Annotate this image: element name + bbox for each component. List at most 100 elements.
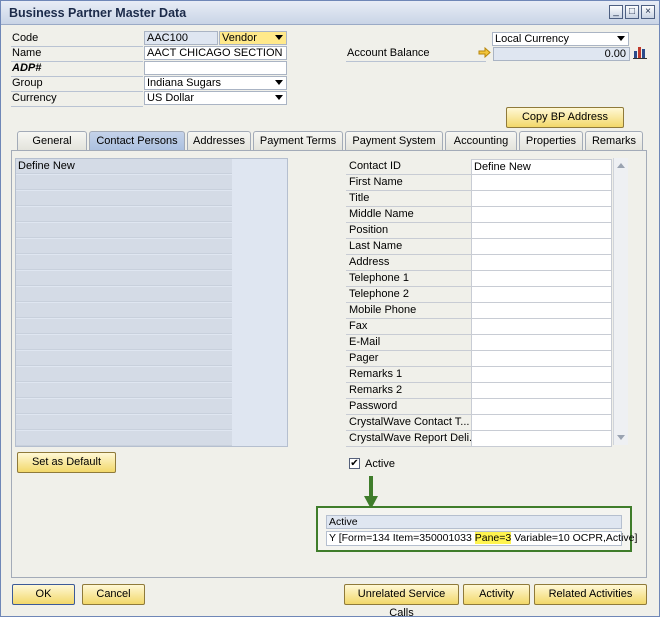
email-field[interactable] [471, 335, 612, 351]
list-item[interactable] [16, 287, 232, 302]
title-label: Title [346, 191, 471, 207]
minimize-button[interactable]: _ [609, 5, 623, 19]
details-scrollbar[interactable] [613, 158, 628, 445]
password-field[interactable] [471, 399, 612, 415]
chevron-down-icon [275, 95, 283, 100]
remarks-2-row: Remarks 2 [346, 383, 612, 399]
tab-remarks[interactable]: Remarks [585, 131, 643, 150]
currency-label: Currency [12, 92, 57, 104]
currency-value: US Dollar [147, 92, 195, 104]
pager-label: Pager [346, 351, 471, 367]
last-name-field[interactable] [471, 239, 612, 255]
cancel-button[interactable]: Cancel [82, 584, 145, 605]
list-item[interactable] [16, 255, 232, 270]
list-item[interactable] [16, 191, 232, 206]
contact-id-label: Contact ID [346, 159, 471, 175]
bar-chart-icon[interactable] [633, 45, 647, 59]
fax-field[interactable] [471, 319, 612, 335]
list-item[interactable] [16, 399, 232, 414]
mobile-phone-field[interactable] [471, 303, 612, 319]
contact-list[interactable]: Define New [15, 158, 288, 447]
telephone-1-field[interactable] [471, 271, 612, 287]
tab-accounting[interactable]: Accounting [445, 131, 517, 150]
tab-contact-persons[interactable]: Contact Persons [89, 131, 185, 151]
remarks-1-field[interactable] [471, 367, 612, 383]
tab-payment-terms[interactable]: Payment Terms [253, 131, 343, 150]
name-label: Name [12, 47, 42, 59]
crystalwave-report-field[interactable] [471, 431, 612, 447]
title-field[interactable] [471, 191, 612, 207]
contact-id-field[interactable]: Define New [471, 159, 612, 175]
telephone-2-field[interactable] [471, 287, 612, 303]
currency-mode-dropdown[interactable]: Local Currency [492, 32, 629, 46]
name-field[interactable]: AACT CHICAGO SECTION [144, 46, 287, 60]
crystalwave-report-row: CrystalWave Report Deli... [346, 431, 612, 447]
copy-bp-address-button[interactable]: Copy BP Address [506, 107, 624, 128]
position-label: Position [346, 223, 471, 239]
list-item[interactable] [16, 239, 232, 254]
crystalwave-report-label: CrystalWave Report Deli... [346, 431, 471, 447]
code-field[interactable]: AAC100 [144, 31, 218, 45]
active-label: Active [365, 458, 395, 470]
list-item[interactable]: Define New [16, 159, 232, 174]
ok-button[interactable]: OK [12, 584, 75, 605]
telephone-1-row: Telephone 1 [346, 271, 612, 287]
activity-button[interactable]: Activity [463, 584, 530, 605]
first-name-label: First Name [346, 175, 471, 191]
unrelated-service-calls-button[interactable]: Unrelated Service Calls [344, 584, 459, 619]
debug-title: Active [326, 515, 622, 529]
list-item[interactable] [16, 223, 232, 238]
chevron-down-icon [275, 35, 283, 40]
group-dropdown[interactable]: Indiana Sugars [144, 76, 287, 90]
mobile-phone-label: Mobile Phone [346, 303, 471, 319]
crystalwave-contact-field[interactable] [471, 415, 612, 431]
bp-type-dropdown[interactable]: Vendor [219, 31, 287, 45]
tab-payment-system[interactable]: Payment System [345, 131, 443, 150]
tab-addresses[interactable]: Addresses [187, 131, 251, 150]
position-field[interactable] [471, 223, 612, 239]
divider [11, 106, 143, 107]
address-row: Address [346, 255, 612, 271]
middle-name-field[interactable] [471, 207, 612, 223]
chevron-down-icon [275, 80, 283, 85]
tab-properties[interactable]: Properties [519, 131, 583, 150]
pager-field[interactable] [471, 351, 612, 367]
list-item[interactable] [16, 319, 232, 334]
list-item[interactable] [16, 351, 232, 366]
currency-mode-value: Local Currency [495, 33, 569, 45]
password-label: Password [346, 399, 471, 415]
first-name-field[interactable] [471, 175, 612, 191]
list-item[interactable] [16, 303, 232, 318]
list-item[interactable] [16, 335, 232, 350]
tab-general[interactable]: General [17, 131, 87, 150]
list-item[interactable] [16, 175, 232, 190]
list-item[interactable] [16, 383, 232, 398]
chevron-down-icon [617, 36, 625, 41]
adp-field[interactable] [144, 61, 287, 75]
scroll-up-icon[interactable] [617, 163, 625, 168]
list-item[interactable] [16, 271, 232, 286]
scroll-down-icon[interactable] [617, 435, 625, 440]
list-item[interactable] [16, 415, 232, 430]
telephone-2-label: Telephone 2 [346, 287, 471, 303]
active-checkbox[interactable]: ✔ [349, 458, 360, 469]
list-item[interactable] [16, 431, 232, 446]
debug-info-text-end: Variable=10 OCPR,Active] [511, 532, 638, 544]
set-as-default-button[interactable]: Set as Default [17, 452, 116, 473]
telephone-2-row: Telephone 2 [346, 287, 612, 303]
email-label: E-Mail [346, 335, 471, 351]
currency-dropdown[interactable]: US Dollar [144, 91, 287, 105]
maximize-button[interactable]: □ [625, 5, 639, 19]
remarks-2-field[interactable] [471, 383, 612, 399]
address-field[interactable] [471, 255, 612, 271]
bp-type-value: Vendor [222, 32, 257, 44]
list-item[interactable] [16, 367, 232, 382]
remarks-2-label: Remarks 2 [346, 383, 471, 399]
arrow-down-icon [364, 476, 378, 509]
list-item[interactable] [16, 207, 232, 222]
account-balance-field: 0.00 [493, 47, 630, 61]
fax-label: Fax [346, 319, 471, 335]
related-activities-button[interactable]: Related Activities [534, 584, 647, 605]
close-button[interactable]: × [641, 5, 655, 19]
link-arrow-icon[interactable] [478, 47, 491, 58]
